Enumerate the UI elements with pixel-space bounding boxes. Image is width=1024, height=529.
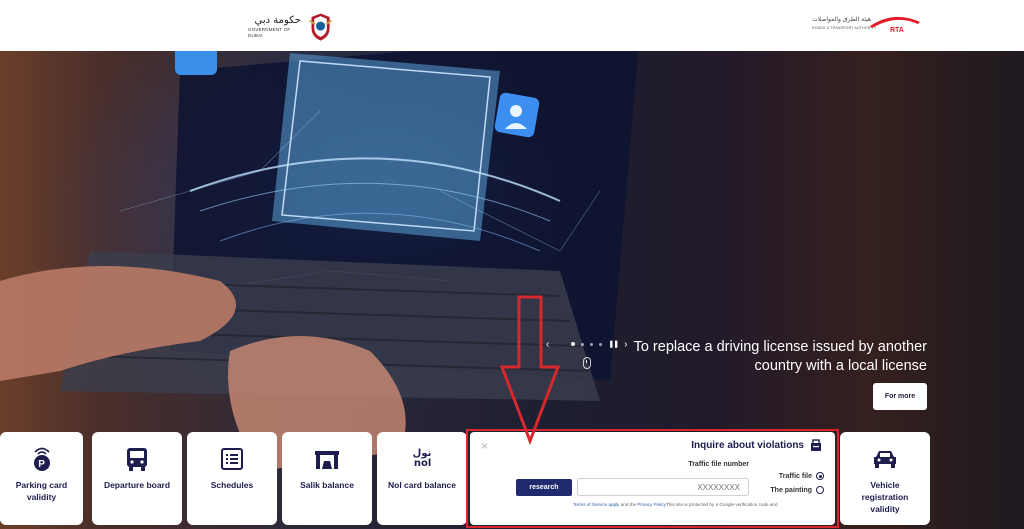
rta-swoosh-icon: RTA [870,16,920,34]
salik-gate-icon [314,445,340,473]
radio-traffic-file[interactable]: Traffic file [746,472,824,480]
slider-dot-1[interactable] [571,342,576,346]
slider-pause-button[interactable]: ❚❚ [608,340,619,348]
card-label-line: Parking card [15,480,68,490]
government-of-dubai-logo[interactable]: حكومة دبي GOVERNMENT OF DUBAI [248,8,334,46]
slider-next-button[interactable]: › [624,339,627,350]
parking-icon: P [31,445,53,473]
nol-logo-english: nol [413,458,432,469]
radio-button[interactable] [816,486,824,494]
hero-caption-line-2: country with a local license [754,358,927,374]
research-button[interactable]: research [516,479,572,496]
radio-label: The painting [770,486,812,494]
card-parking-card-validity[interactable]: P Parking card validity [0,432,83,525]
radio-label: Traffic file [778,472,812,480]
card-label-line: validity [870,504,900,514]
scroll-mouse-icon [583,357,591,369]
terms-of-service-link[interactable]: Terms of Service apply [573,502,619,507]
gov-logo-text: حكومة دبي GOVERNMENT OF DUBAI [248,15,301,39]
rta-logo-arabic: هيئة الطرق والمواصلات [812,16,872,23]
card-nol-card-balance[interactable]: نول nol Nol card balance [377,432,467,525]
radio-the-painting[interactable]: The painting [746,486,824,494]
card-label: Schedules [210,480,254,490]
card-salik-balance[interactable]: Salik balance [282,432,372,525]
card-label: Departure board [103,480,171,490]
card-label-line: Vehicle [870,480,900,490]
traffic-file-number-label: Traffic file number [688,461,749,468]
annotation-arrow-icon [500,295,560,445]
legal-rest: This site is protected by a Google verif… [665,502,778,507]
card-label: Nol card balance [387,480,457,490]
for-more-button[interactable]: For more [873,383,927,410]
card-departure-board[interactable]: Departure board [92,432,182,525]
card-label: Vehicle registration validity [862,479,909,515]
card-label-line: registration [861,492,909,502]
card-schedules[interactable]: Schedules [187,432,277,525]
legal-connector: and the [619,502,638,507]
gov-logo-arabic: حكومة دبي [254,15,301,26]
card-label: Salik balance [300,480,354,490]
traffic-file-number-input[interactable] [577,478,749,496]
slider-dot-3[interactable] [590,342,594,346]
violations-title: Inquire about violations [691,440,804,451]
dubai-emblem-icon [309,13,332,41]
gov-logo-english: GOVERNMENT OF DUBAI [248,27,291,38]
site-header: حكومة دبي GOVERNMENT OF DUBAI هيئة الطرق… [0,0,1024,51]
schedule-list-icon [221,445,243,473]
violation-ticket-icon [811,439,821,451]
slider-dot-4[interactable] [599,342,603,346]
card-label-line: validity [26,492,57,502]
car-icon [872,445,898,473]
nol-logo-icon: نول nol [413,445,432,473]
recaptcha-legal-text: Terms of Service apply and the Privacy P… [573,502,823,507]
rta-logo[interactable]: هيئة الطرق والمواصلات ROADS & TRANSPORT … [806,10,924,40]
svg-text:P: P [38,459,45,470]
hero-caption-line-1: To replace a driving license issued by a… [633,339,927,355]
slider-dot-2[interactable] [581,342,585,346]
card-vehicle-registration-validity[interactable]: Vehicle registration validity [840,432,930,525]
close-icon[interactable]: × [481,440,488,452]
bus-icon [125,445,149,473]
card-label: Parking card validity [16,479,68,503]
privacy-policy-link[interactable]: Privacy Policy [637,502,666,507]
hero-caption: To replace a driving license issued by a… [600,338,927,376]
radio-button-checked[interactable] [816,472,824,480]
rta-mark: RTA [890,27,904,34]
